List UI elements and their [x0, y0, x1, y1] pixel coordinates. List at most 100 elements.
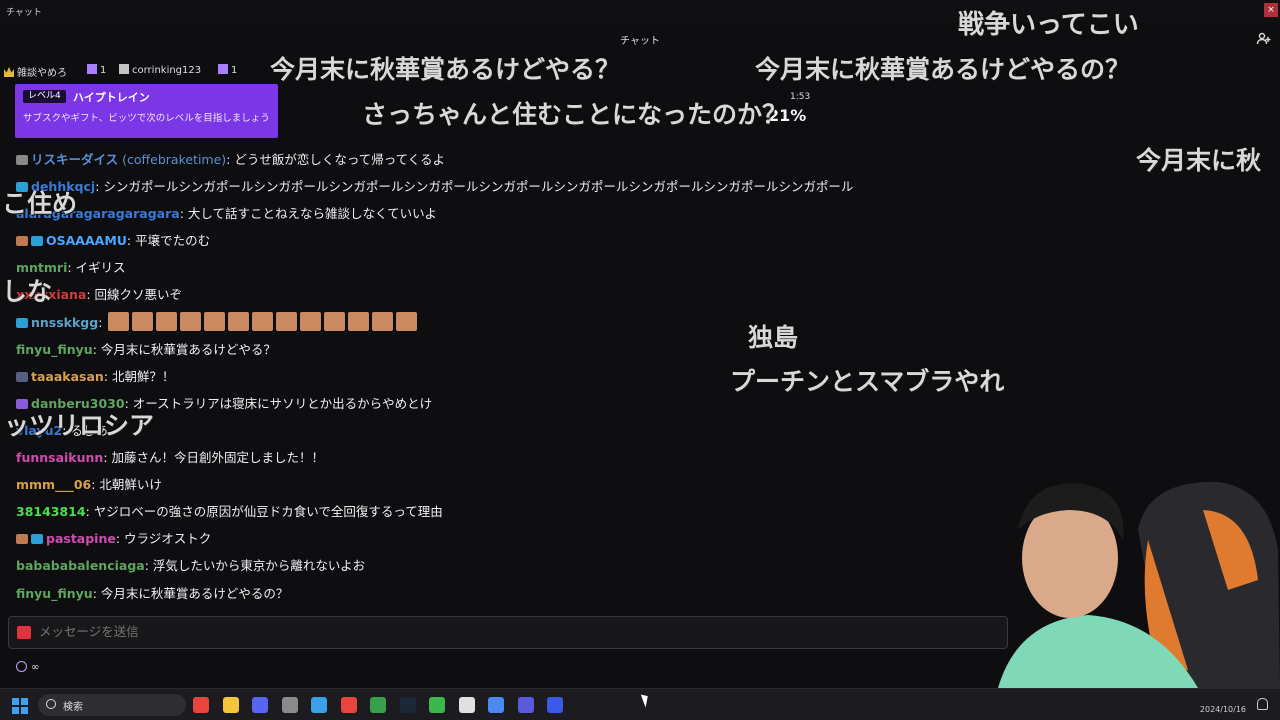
chrome-icon[interactable] [193, 697, 209, 713]
user-badge-icon[interactable] [16, 236, 28, 247]
chat-text: : [98, 314, 103, 330]
users-icon[interactable] [1256, 31, 1272, 47]
chat-text: : 浮気したいから東京から離れないよお [144, 558, 366, 574]
hype-train-banner[interactable]: レベル4 ハイプトレイン サブスクやギフト、ビッツで次のレベルを目指しましょう [15, 84, 278, 138]
gift-leaderboard: 雑談やめろ 1 corrinking123 1 [0, 60, 260, 82]
overlay-comment: プーチンとスマブラやれ [730, 367, 1005, 396]
chat-text: : 大して話すことねえなら雑談しなくていいよ [179, 206, 437, 222]
camera-icon [17, 626, 31, 639]
chat-login-name[interactable]: (coffebraketime) [122, 152, 226, 167]
crown-icon [4, 67, 14, 77]
emote-icon[interactable] [204, 311, 226, 331]
gifter-entry[interactable]: 雑談やめろ [4, 64, 67, 79]
search-label: 検索 [63, 702, 83, 713]
hype-timer: 1:53 [790, 92, 811, 102]
folder-icon[interactable] [222, 697, 239, 713]
chat-text: : 平壌でたのむ [126, 233, 211, 249]
chat-username[interactable]: nnsskkgg [31, 315, 98, 330]
chat-input-box[interactable] [8, 616, 1008, 649]
overlay-comment: 今月末に秋華賞あるけどやる？ [270, 55, 621, 84]
emote-icon[interactable] [372, 311, 394, 331]
chat-text: : シンガポールシンガポールシンガポールシンガポールシンガポールシンガポールシン… [95, 179, 854, 195]
chat-message: dehhkqcj: シンガポールシンガポールシンガポールシンガポールシンガポール… [16, 173, 1016, 200]
chat-text: : 北朝鮮いけ [91, 477, 162, 493]
app-icon[interactable] [517, 697, 534, 713]
steam-icon[interactable] [399, 697, 416, 713]
obs-icon[interactable] [281, 697, 298, 713]
overlay-comment: 独島 [748, 323, 799, 352]
emote-icon[interactable] [348, 311, 370, 331]
channel-points[interactable]: ∞ [16, 661, 39, 673]
emote-icon[interactable] [132, 311, 154, 331]
emote-icon[interactable] [156, 311, 178, 331]
chrome-icon[interactable] [340, 697, 357, 713]
discord-icon[interactable] [252, 697, 268, 713]
drive-icon[interactable] [488, 697, 504, 713]
close-button[interactable]: × [1264, 3, 1278, 17]
chat-message: 38143814: ヤジロベーの強さの原因が仙豆ドカ食いで全回復するって理由 [16, 498, 1016, 525]
chat-message: リスキーダイス (coffebraketime): どうせ飯が恋しくなって帰ってく… [16, 146, 1016, 173]
chat-username[interactable]: babababalenciaga [16, 558, 145, 573]
emote-icon[interactable] [324, 311, 346, 331]
chat-text: : オーストラリアは寝床にサソリとか出るからやめとけ [124, 395, 433, 411]
emote-icon[interactable] [276, 311, 298, 331]
points-icon [16, 661, 27, 672]
chat-text: : どうせ飯が恋しくなって帰ってくるよ [226, 152, 445, 167]
chat-message: mmm___06: 北朝鮮いけ [16, 471, 1016, 498]
user-badge-icon[interactable] [16, 155, 28, 165]
bell-icon[interactable] [1257, 698, 1268, 710]
chat-text: : 今月末に秋華賞あるけどやる？ [92, 341, 276, 357]
user-badge-icon[interactable] [16, 317, 28, 328]
chat-message: xxxxxiana: 回線クソ悪いぞ [16, 281, 1016, 308]
chat-username[interactable]: mmm___06 [16, 477, 91, 492]
chat-message: pastapine: ウラジオストク [16, 525, 1016, 552]
points-value: ∞ [31, 662, 40, 673]
gift-icon [218, 64, 228, 74]
start-button[interactable] [12, 698, 28, 714]
chat-username[interactable]: OSAAAAMU [46, 233, 127, 248]
emote-icon[interactable] [396, 311, 418, 331]
emote-icon[interactable] [252, 311, 274, 331]
chat-message: OSAAAAMU: 平壌でたのむ [16, 227, 1016, 254]
taskbar-search[interactable]: 検索 [38, 694, 186, 716]
user-badge-icon[interactable] [31, 534, 43, 545]
chat-message: finyu_finyu: 今月末に秋華賞あるけどやる？ [16, 336, 1016, 363]
user-badge-icon[interactable] [16, 534, 28, 545]
chat-username[interactable]: funnsaikunn [16, 450, 103, 465]
chat-username[interactable]: pastapine [46, 531, 116, 546]
overlay-comment: さっちゃんと住むことになったのか？ [362, 100, 788, 129]
emote-icon[interactable] [180, 311, 202, 331]
chat-input[interactable] [39, 617, 939, 648]
notepad-icon[interactable] [311, 697, 327, 713]
chat-text: : イギリス [67, 260, 126, 276]
gift-count: 1 [218, 64, 237, 76]
user-badge-icon[interactable] [16, 371, 28, 382]
chat-username[interactable]: 38143814 [16, 504, 86, 519]
gifter-entry[interactable]: corrinking123 [119, 64, 201, 76]
emote-icon[interactable] [108, 311, 130, 331]
chat-text: : 回線クソ悪いぞ [86, 287, 183, 303]
gifter-name: corrinking123 [132, 65, 202, 76]
chat-username[interactable]: finyu_finyu [16, 342, 93, 357]
chat-text: : 加藤さん！今日創外固定しました！！ [103, 450, 324, 466]
chat-message: nnsskkgg: [16, 309, 1016, 336]
overlay-comment: こ住め [2, 189, 78, 218]
xbox-icon[interactable] [370, 697, 386, 713]
chat-username[interactable]: finyu_finyu [16, 586, 93, 601]
screen-icon[interactable] [547, 697, 563, 713]
emote-icon[interactable] [228, 311, 250, 331]
chat-text: : ヤジロベーの強さの原因が仙豆ドカ食いで全回復するって理由 [85, 504, 443, 520]
x-icon[interactable] [458, 697, 475, 713]
overlay-comment: 戦争いってこい [958, 10, 1139, 40]
webcam-overlay [998, 481, 1280, 688]
emote-icon[interactable] [300, 311, 322, 331]
play-icon[interactable] [429, 697, 445, 713]
gift-icon [87, 64, 97, 74]
hype-title: ハイプトレイン [73, 91, 150, 104]
user-badge-icon[interactable] [31, 236, 43, 247]
chat-message: alaragaragaragaragara: 大して話すことねえなら雑談しなくて… [16, 200, 1016, 227]
chat-username[interactable]: リスキーダイス [31, 152, 118, 167]
chat-username[interactable]: taaakasan [31, 369, 104, 384]
chat-text: : ウラジオストク [115, 531, 212, 547]
overlay-comment: ッツリロシア [4, 411, 155, 440]
